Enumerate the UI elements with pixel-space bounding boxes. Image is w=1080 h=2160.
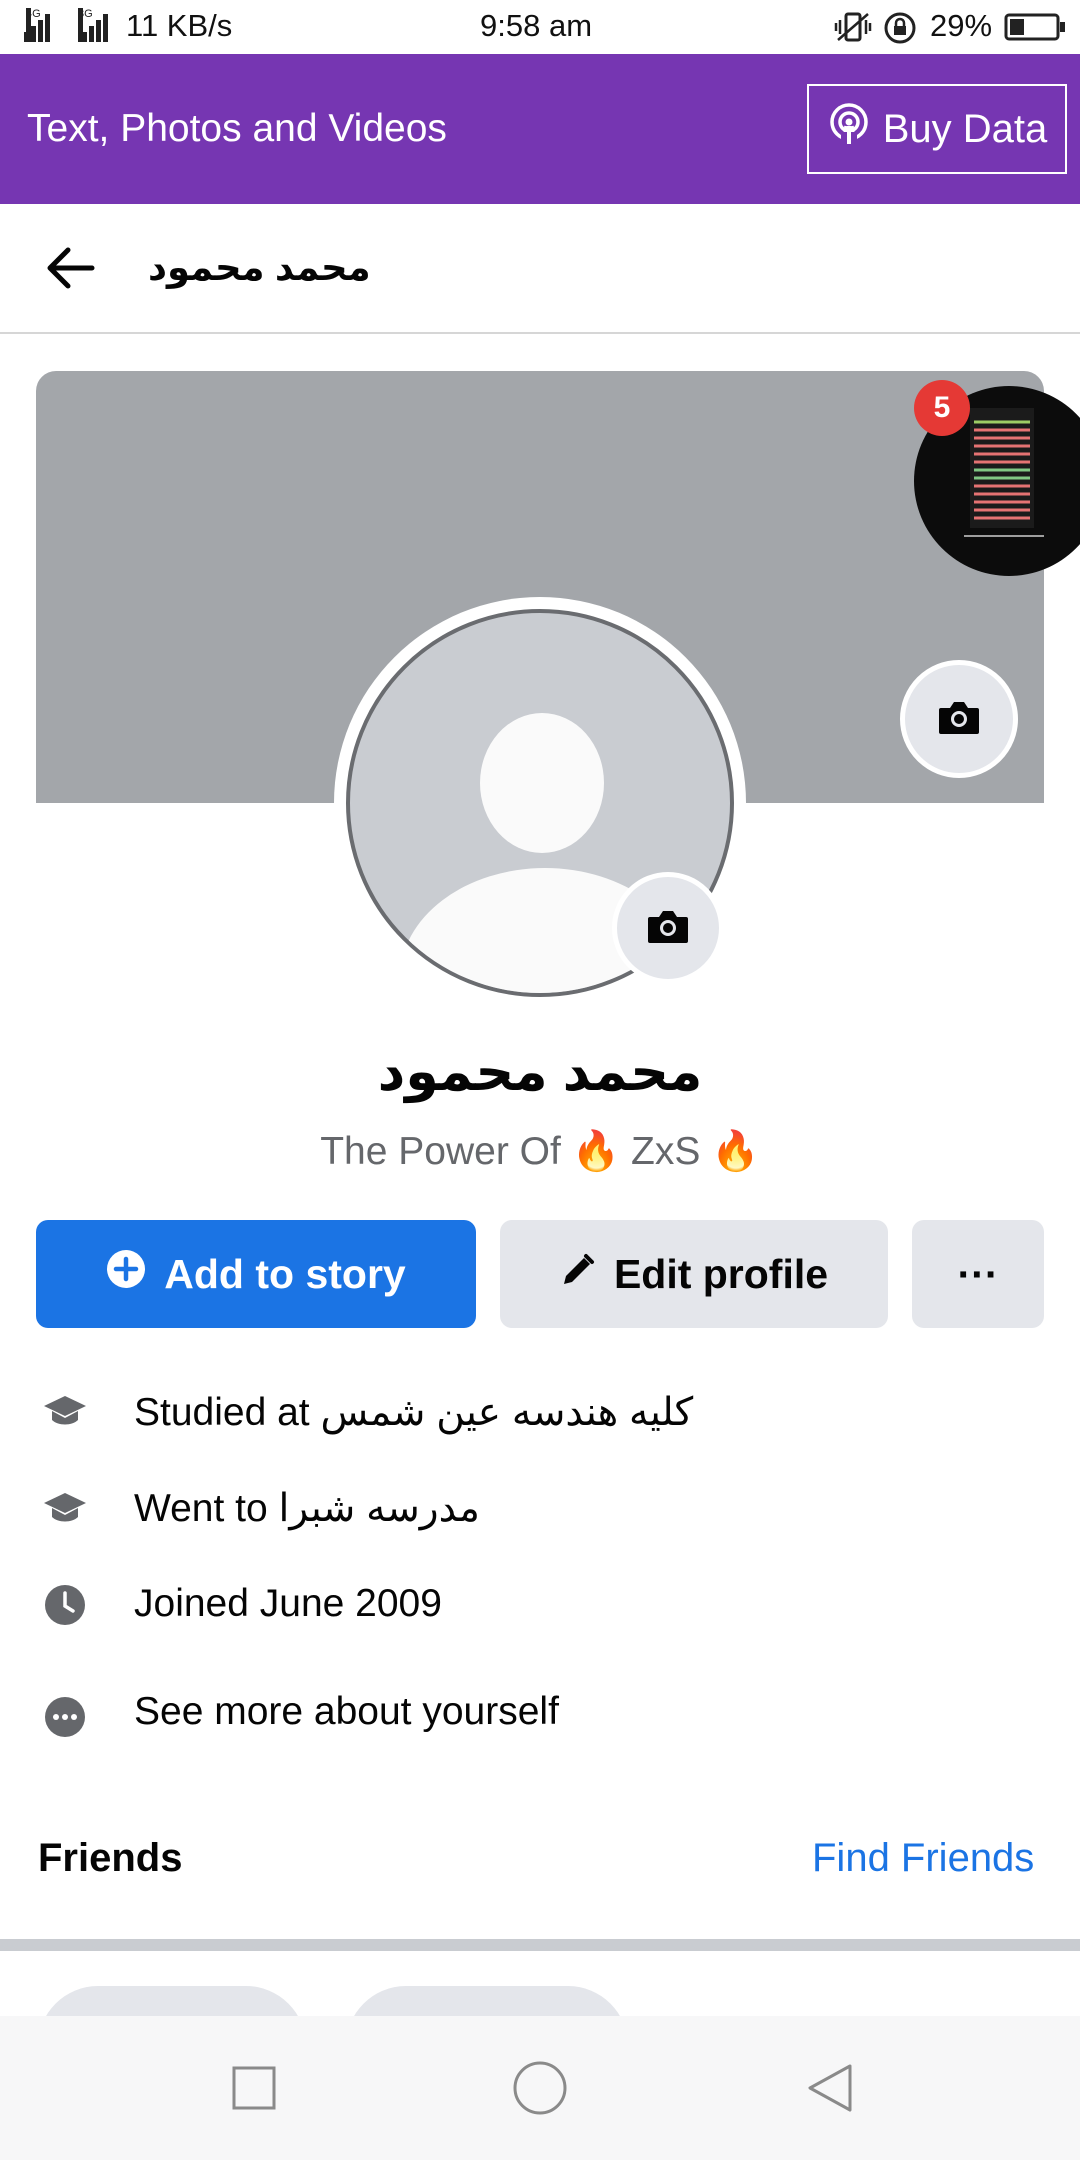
home-icon[interactable] (508, 2056, 572, 2120)
vibrate-icon (834, 10, 872, 44)
more-circle-icon (40, 1692, 90, 1742)
camera-icon (937, 698, 981, 741)
avatar-placeholder-head (480, 713, 604, 853)
see-more-about-link[interactable]: See more about yourself (134, 1690, 559, 1734)
plus-circle-icon (106, 1249, 146, 1299)
pencil-icon (560, 1251, 596, 1298)
profile-bio: The Power Of 🔥 ZxS 🔥 (320, 1130, 760, 1173)
camera-icon (646, 907, 690, 950)
header-title: محمد محمود (148, 247, 371, 288)
info-joined: Joined June 2009 (134, 1582, 442, 1625)
buy-data-label: Buy Data (882, 106, 1048, 151)
buy-data-button[interactable]: Buy Data (807, 84, 1067, 174)
graduation-cap-icon (40, 1484, 90, 1534)
more-options-button[interactable]: ··· (912, 1220, 1044, 1328)
clock-icon (40, 1580, 90, 1630)
avatar-camera-button[interactable] (612, 872, 724, 984)
find-friends-link[interactable]: Find Friends (812, 1836, 1034, 1881)
add-to-story-label: Add to story (164, 1250, 406, 1297)
more-dots-icon: ··· (957, 1250, 999, 1297)
battery-icon (1004, 13, 1066, 41)
signal-icon: 4G (10, 8, 50, 42)
graduation-cap-icon (40, 1387, 90, 1437)
recent-apps-icon[interactable] (222, 2056, 286, 2120)
section-divider (0, 1939, 1080, 1951)
info-went-to: Went to مدرسه شبرا (134, 1487, 480, 1530)
clock: 9:58 am (480, 8, 593, 43)
back-arrow-icon[interactable] (40, 238, 104, 298)
broadcast-icon (827, 102, 871, 156)
cover-camera-button[interactable] (900, 660, 1018, 778)
info-studied-at: Studied at كليه هندسه عين شمس (134, 1391, 694, 1434)
network-speed: 11 KB/s (126, 8, 233, 43)
notification-badge: 5 (914, 380, 970, 436)
rotation-lock-icon (882, 10, 918, 46)
edit-profile-label: Edit profile (613, 1250, 829, 1297)
signal-icon-2: 3G (76, 8, 120, 42)
profile-name: محمد محمود (377, 1042, 703, 1102)
back-nav-icon[interactable] (798, 2056, 862, 2120)
banner-title: Text, Photos and Videos (27, 107, 447, 150)
edit-profile-button[interactable]: Edit profile (500, 1220, 888, 1328)
battery-percent: 29% (930, 8, 993, 43)
friends-heading: Friends (38, 1836, 183, 1880)
add-to-story-button[interactable]: Add to story (36, 1220, 476, 1328)
